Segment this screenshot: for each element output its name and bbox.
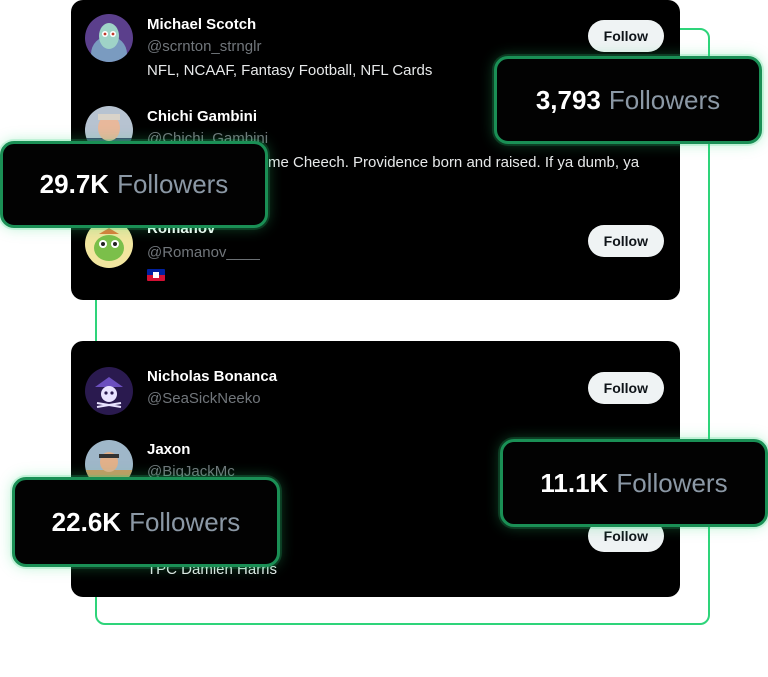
user-name[interactable]: Jaxon [147,441,190,458]
user-name[interactable]: Chichi Gambini [147,108,257,125]
followers-badge: 22.6K Followers [12,477,280,567]
followers-count: 29.7K [39,169,110,199]
followers-label: Followers [608,84,721,115]
followers-label: Followers [117,169,229,199]
followers-count: 11.1K [540,467,609,498]
followers-count: 22.6K [51,506,122,537]
user-bio: NFL, NCAAF, Fantasy Football, NFL Cards [147,62,433,79]
follow-button[interactable]: Follow [587,372,664,404]
user-name[interactable]: Michael Scotch [147,16,256,33]
followers-badge: 29.7K Followers [0,141,268,228]
user-handle[interactable]: @SeaSickNeeko [147,390,261,407]
followers-label: Followers [616,467,728,498]
followers-count: 3,793 [535,84,601,115]
followers-badge: 11.1K Followers [500,439,768,527]
followers-label: Followers [129,506,241,537]
user-handle[interactable]: @Romanov____ [147,244,260,261]
avatar-michael-scotch[interactable] [85,14,133,62]
followers-badge: 3,793 Followers [494,56,762,144]
user-bio: me Cheech. Providence born and raised. I… [268,154,640,171]
avatar-nicholas-bonanca[interactable] [85,367,133,415]
haiti-flag-icon [147,269,165,281]
follow-button[interactable]: Follow [587,225,664,257]
user-handle[interactable]: @scrnton_strnglr [147,38,261,55]
user-name[interactable]: Nicholas Bonanca [147,368,277,385]
follow-button[interactable]: Follow [587,20,664,52]
